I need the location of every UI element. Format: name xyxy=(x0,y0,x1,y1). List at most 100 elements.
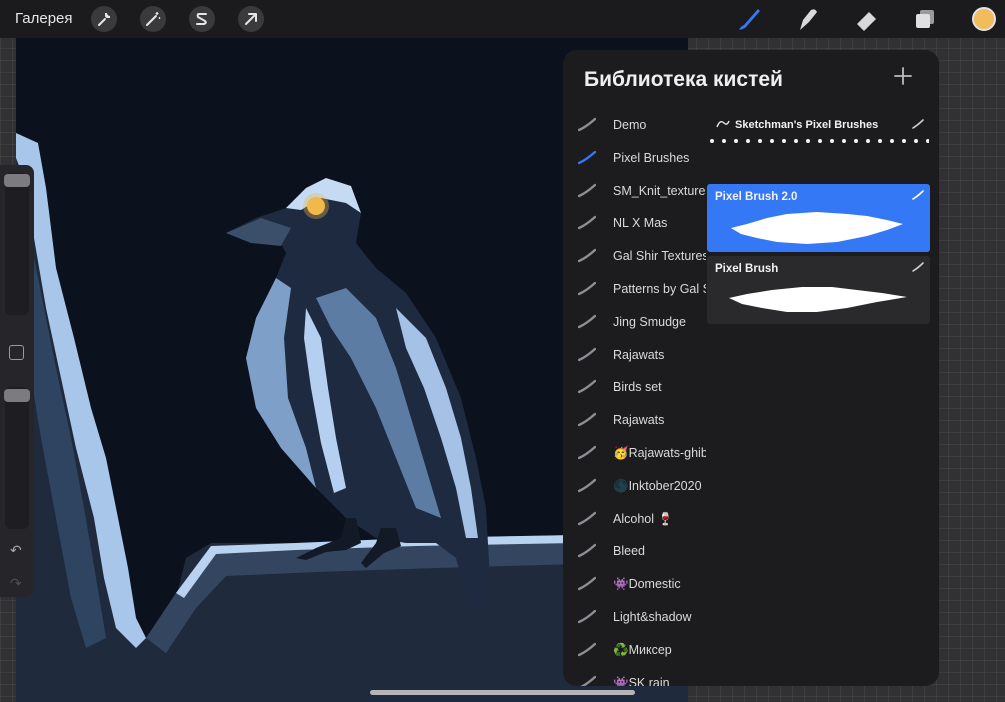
dot-mark xyxy=(878,139,882,143)
brush-set-label: Demo xyxy=(613,118,647,132)
brush-set-item[interactable]: Jing Smudge xyxy=(563,307,706,337)
dot-mark xyxy=(914,139,918,143)
dot-mark xyxy=(842,139,846,143)
modify-button[interactable] xyxy=(9,345,24,360)
panel-title: Библиотека кистей xyxy=(584,68,783,91)
brush-set-label: Jing Smudge xyxy=(613,314,686,329)
pen-mark-icon xyxy=(912,262,924,272)
brush-set-item[interactable]: SM_Knit_textures xyxy=(563,176,706,206)
brush-set-stroke-icon xyxy=(579,675,596,686)
undo-button[interactable]: ↶ xyxy=(10,542,22,559)
layers-tool[interactable] xyxy=(913,6,939,32)
home-indicator xyxy=(370,690,635,695)
brush-set-label: Patterns by Gal Shir xyxy=(613,282,706,296)
brush-set-stroke-icon xyxy=(578,183,596,197)
brush-set-label: Birds set xyxy=(613,380,662,395)
brush-set-stroke-icon xyxy=(578,380,596,394)
brush-set-stroke-icon xyxy=(578,117,596,132)
brush-stroke-preview xyxy=(729,287,907,312)
brush-set-item[interactable]: Gal Shir Textures xyxy=(563,241,706,271)
brush-set-stroke-icon xyxy=(578,281,596,296)
brush-set-item[interactable]: Light&shadow xyxy=(563,602,706,632)
brush-set-item[interactable]: Rajawats xyxy=(563,340,706,370)
dot-mark xyxy=(818,139,822,143)
brush-set-label: Pixel Brushes xyxy=(613,150,690,165)
brush-set-stroke-icon xyxy=(578,412,596,427)
brush-set-item[interactable]: 👾Domestic xyxy=(563,569,706,599)
plus-icon[interactable] xyxy=(891,64,915,88)
gallery-button[interactable]: Галерея xyxy=(15,10,73,27)
brush-set-stroke-icon xyxy=(578,314,596,328)
brush-icon xyxy=(739,9,760,30)
brush-set-item[interactable]: Birds set xyxy=(563,372,706,402)
opacity-thumb[interactable] xyxy=(4,389,30,402)
brush-set-label: SM_Knit_textures xyxy=(613,183,706,198)
brush-set-stroke-icon xyxy=(578,248,596,263)
dot-mark xyxy=(722,139,726,143)
brush-size-slider[interactable] xyxy=(5,173,29,315)
dot-mark xyxy=(710,139,714,143)
brush-name: Pixel Brush 2.0 xyxy=(715,191,798,203)
brush-set-item[interactable]: ♻️Миксер xyxy=(563,635,706,665)
brush-item-pixel-brush-2[interactable]: Pixel Brush 2.0 xyxy=(707,184,930,252)
brush-set-item[interactable]: Alcohol 🍷 xyxy=(563,504,706,534)
pen-mark-icon xyxy=(912,119,924,129)
top-toolbar: Галерея xyxy=(0,0,1005,38)
transform-arrow-icon xyxy=(245,13,257,25)
redo-button[interactable]: ↷ xyxy=(10,575,22,592)
brush-set-item[interactable]: NL X Mas xyxy=(563,208,706,238)
dot-mark xyxy=(746,139,750,143)
brush-set-header-label: Sketchman's Pixel Brushes xyxy=(735,119,879,131)
brush-set-stroke-icon xyxy=(578,609,596,624)
brush-tool[interactable] xyxy=(736,6,762,32)
brush-set-label: 🌑Inktober2020 xyxy=(613,478,702,493)
brush-set-label: 👾Domestic xyxy=(613,577,681,592)
brush-set-stroke-icon xyxy=(578,216,596,230)
procreate-app: Галерея ↶ ↷ Библиотека кистей Demo Pixel… xyxy=(0,0,1005,702)
dot-mark xyxy=(758,139,762,143)
pixel-sketch-icon xyxy=(716,120,730,128)
brush-set-stroke-icon xyxy=(578,347,596,361)
brush-list: Sketchman's Pixel Brushes Pixel Brush 2.… xyxy=(706,110,931,330)
magic-wand-icon xyxy=(146,12,161,26)
brush-set-item[interactable]: 🌑Inktober2020 xyxy=(563,471,706,501)
brush-set-stroke-icon xyxy=(578,544,596,558)
brush-set-label: 👾SK rain xyxy=(613,675,670,686)
selection-button[interactable] xyxy=(189,6,215,32)
brush-size-thumb[interactable] xyxy=(4,174,30,187)
brush-set-stroke-icon xyxy=(578,642,596,656)
brush-set-label: Alcohol 🍷 xyxy=(613,511,674,526)
pen-mark-icon xyxy=(912,190,924,200)
brush-set-item[interactable]: Demo xyxy=(563,110,706,140)
brush-set-label: Rajawats xyxy=(613,413,665,428)
brush-library-panel: Библиотека кистей Demo Pixel Brushes SM_Kn… xyxy=(563,50,939,686)
dot-mark xyxy=(854,139,858,143)
dot-mark xyxy=(794,139,798,143)
smudge-tool[interactable] xyxy=(795,6,821,32)
dot-mark xyxy=(866,139,870,143)
brush-set-item[interactable]: Bleed xyxy=(563,536,706,566)
actions-button[interactable] xyxy=(91,6,117,32)
brush-set-header[interactable]: Sketchman's Pixel Brushes xyxy=(707,110,930,154)
brush-set-item[interactable]: 🥳Rajawats-ghibli xyxy=(563,438,706,468)
brush-set-label: Rajawats xyxy=(613,347,665,362)
eraser-tool[interactable] xyxy=(854,6,880,32)
brush-set-stroke-icon xyxy=(578,445,596,460)
brush-set-stroke-icon xyxy=(578,576,596,591)
brush-set-item[interactable]: 👾SK rain xyxy=(563,668,706,686)
brush-set-label: Bleed xyxy=(613,544,645,559)
dot-mark xyxy=(902,139,906,143)
brush-set-label: Gal Shir Textures xyxy=(613,249,706,264)
transform-button[interactable] xyxy=(238,6,264,32)
adjustments-button[interactable] xyxy=(140,6,166,32)
selection-icon xyxy=(196,13,207,25)
brush-set-stroke-icon xyxy=(578,511,596,525)
brush-item-pixel-brush[interactable]: Pixel Brush xyxy=(707,256,930,324)
brush-set-item[interactable]: Rajawats xyxy=(563,405,706,435)
brush-set-item[interactable]: Pixel Brushes xyxy=(563,143,706,173)
color-picker[interactable] xyxy=(972,7,996,31)
opacity-slider[interactable] xyxy=(5,387,29,529)
left-sidebar: ↶ ↷ xyxy=(0,165,34,597)
brush-set-item[interactable]: Patterns by Gal Shir xyxy=(563,274,706,304)
brush-set-label: NL X Mas xyxy=(613,216,668,231)
